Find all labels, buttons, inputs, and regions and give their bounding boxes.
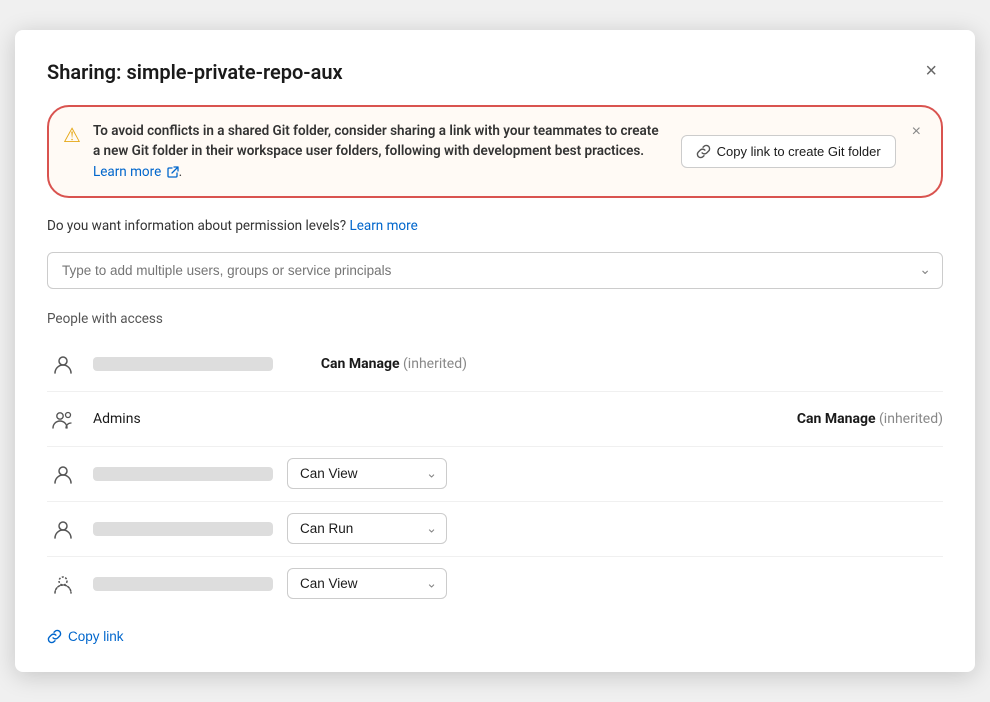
search-input[interactable] <box>47 252 943 289</box>
user-icon <box>47 348 79 380</box>
warning-learn-more-link[interactable]: Learn more <box>93 164 161 180</box>
table-row: Admins Can Manage (inherited) <box>47 392 943 447</box>
table-row: Can Manage Can Run Can View No Access ⌄ <box>47 557 943 611</box>
warning-icon: ⚠ <box>63 123 81 147</box>
table-row: Can Manage Can Run Can View No Access ⌄ <box>47 502 943 557</box>
permission-dropdown-wrapper: Can Manage Can Run Can View No Access ⌄ <box>287 458 447 489</box>
footer: Copy link <box>47 629 943 644</box>
person-name: Admins <box>93 411 749 427</box>
permission-dropdown[interactable]: Can Manage Can Run Can View No Access <box>287 458 447 489</box>
people-list: Can Manage (inherited) Admins Can Manage… <box>47 337 943 611</box>
person-name-blurred <box>93 357 273 371</box>
external-link-icon <box>167 166 179 178</box>
user-icon <box>47 513 79 545</box>
link-icon <box>696 144 711 159</box>
permission-dropdown[interactable]: Can Manage Can Run Can View No Access <box>287 513 447 544</box>
permission-label: Can Manage (inherited) <box>763 411 943 427</box>
user-outline-icon <box>47 568 79 600</box>
permission-label: Can Manage (inherited) <box>287 356 467 372</box>
dialog-header: Sharing: simple-private-repo-aux × <box>47 58 943 85</box>
person-name-blurred <box>93 577 273 591</box>
person-name-blurred <box>93 467 273 481</box>
user-icon <box>47 458 79 490</box>
warning-text: To avoid conflicts in a shared Git folde… <box>93 121 669 182</box>
search-container: ⌄ <box>47 252 943 289</box>
copy-link-button[interactable]: Copy link <box>47 629 124 644</box>
permission-dropdown-wrapper: Can Manage Can Run Can View No Access ⌄ <box>287 513 447 544</box>
permission-dropdown-wrapper: Can Manage Can Run Can View No Access ⌄ <box>287 568 447 599</box>
people-section-title: People with access <box>47 311 943 327</box>
warning-banner: ⚠ To avoid conflicts in a shared Git fol… <box>47 105 943 198</box>
dialog-title: Sharing: simple-private-repo-aux <box>47 60 343 84</box>
permission-dropdown[interactable]: Can Manage Can Run Can View No Access <box>287 568 447 599</box>
banner-close-button[interactable]: × <box>908 121 925 143</box>
group-icon <box>47 403 79 435</box>
permission-info: Do you want information about permission… <box>47 218 943 234</box>
table-row: Can Manage Can Run Can View No Access ⌄ <box>47 447 943 502</box>
permission-learn-more-link[interactable]: Learn more <box>349 218 417 234</box>
link-footer-icon <box>47 629 62 644</box>
person-name-blurred <box>93 522 273 536</box>
copy-git-folder-button[interactable]: Copy link to create Git folder <box>681 135 896 168</box>
table-row: Can Manage (inherited) <box>47 337 943 392</box>
close-button[interactable]: × <box>919 58 943 85</box>
sharing-dialog: Sharing: simple-private-repo-aux × ⚠ To … <box>15 30 975 672</box>
